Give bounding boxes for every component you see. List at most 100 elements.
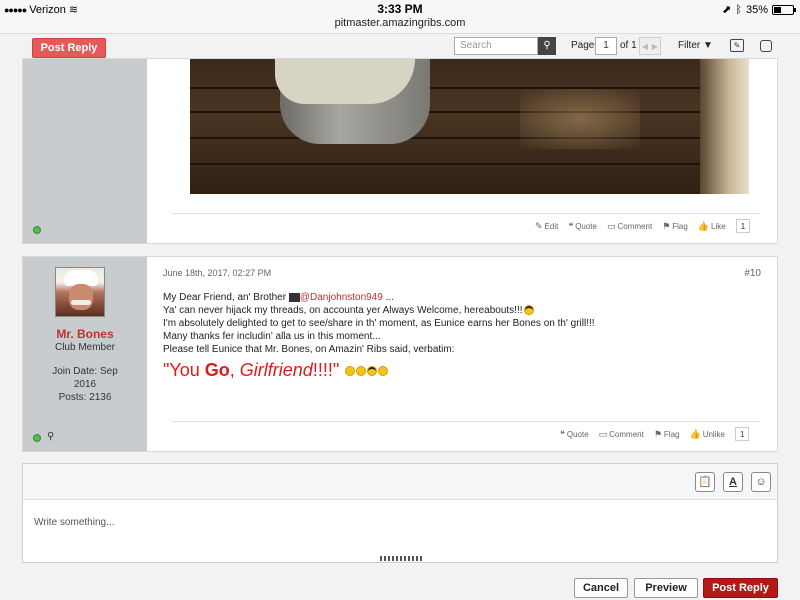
post-date: June 18th, 2017, 02:27 PM	[163, 268, 272, 278]
user-title: Club Member	[54, 342, 116, 353]
quote-text: !!!!"	[312, 360, 340, 380]
address-bar[interactable]: pitmaster.amazingribs.com	[0, 17, 800, 29]
quote-text: "You	[163, 360, 205, 380]
status-bar: ●●●●● Verizon ≋ 3:33 PM pitmaster.amazin…	[0, 0, 800, 34]
select-checkbox-icon[interactable]	[760, 40, 772, 52]
image-detail	[190, 163, 749, 165]
post-line: Ya' can never hijack my threads, on acco…	[163, 304, 763, 317]
resize-handle[interactable]	[380, 556, 422, 561]
image-detail	[700, 59, 749, 194]
like-label: Like	[711, 221, 726, 231]
image-detail	[520, 89, 640, 149]
quote-text-bold: Go	[204, 360, 230, 380]
search-icon: ⚲	[543, 40, 551, 51]
post-line: I'm absolutely delighted to get to see/s…	[163, 318, 595, 329]
smile-emoji-icon	[378, 366, 389, 377]
comment-button[interactable]: ▭ Comment	[607, 221, 652, 232]
reply-textarea[interactable]: Write something...	[23, 501, 777, 555]
quote-icon: ❝	[568, 220, 574, 231]
thumbs-up-icon: 👍	[689, 428, 701, 439]
post-text: Ya' can never hijack my threads, on acco…	[163, 305, 523, 316]
smile-emoji-icon	[356, 366, 367, 377]
comment-label: Comment	[617, 221, 653, 231]
battery-icon	[772, 4, 796, 15]
clipboard-icon[interactable]: 📋	[695, 472, 715, 492]
edit-label: Edit	[544, 221, 559, 231]
comment-label: Comment	[609, 429, 644, 439]
quote-text: ,	[229, 360, 240, 380]
post-reply-button-top[interactable]: Post Reply	[32, 38, 106, 58]
lock-rotation-icon: ⬈	[722, 4, 732, 16]
edit-button[interactable]: ✎ Edit	[535, 221, 558, 232]
comment-icon: ▭	[598, 428, 608, 439]
quote-button[interactable]: ❝ Quote	[560, 429, 589, 440]
post-big-quote: "You Go, Girlfriend!!!!"	[163, 358, 763, 382]
filter-dropdown[interactable]: Filter ▼	[678, 40, 713, 51]
page-total: of 1	[620, 40, 637, 51]
page-nav[interactable]: ◀ ▶	[639, 37, 661, 55]
cool-emoji-icon	[523, 305, 534, 316]
like-button[interactable]: 👍 Like	[698, 221, 726, 232]
avatar-detail	[69, 284, 93, 310]
image-detail	[190, 87, 749, 89]
filter-label: Filter	[678, 40, 701, 51]
bluetooth-icon: ᛒ	[735, 3, 742, 16]
page-number-input[interactable]: 1	[595, 37, 617, 55]
editor-toolbar: 📋 A ☺	[23, 464, 777, 500]
reply-editor: 📋 A ☺ Write something...	[22, 463, 778, 563]
page-label: Page	[571, 40, 595, 51]
search-button[interactable]: ⚲	[538, 37, 556, 55]
edit-mode-icon[interactable]: ✎	[730, 39, 744, 52]
post-line: Many thanks fer includin' alla us in thi…	[163, 331, 381, 342]
quote-icon: ❝	[560, 428, 565, 439]
post-line: Please tell Eunice that Mr. Bones, on Am…	[163, 344, 455, 355]
battery-percent: 35%	[745, 3, 768, 16]
quote-label: Quote	[566, 429, 589, 439]
unlike-button[interactable]: 👍 Unlike	[689, 429, 724, 440]
post-actions: ✎ Edit ❝ Quote ▭ Comment ⚑ Flag 👍 Like 1	[535, 219, 751, 233]
flag-button[interactable]: ⚑ Flag	[654, 429, 680, 440]
text-format-icon[interactable]: A	[723, 472, 743, 492]
user-info: Join Date: Sep 2016 Posts: 2136	[23, 365, 147, 404]
emoji-icon[interactable]: ☺	[751, 472, 771, 492]
comment-icon: ▭	[606, 220, 616, 231]
like-count: 1	[735, 219, 751, 233]
quote-button[interactable]: ❝ Quote	[568, 221, 597, 232]
cool-emoji-icon	[367, 366, 378, 377]
post-previous: ✎ Edit ❝ Quote ▭ Comment ⚑ Flag 👍 Like 1	[22, 58, 778, 244]
mention-avatar	[288, 292, 300, 302]
search-input[interactable]: Search	[454, 37, 538, 55]
flag-label: Flag	[672, 221, 688, 231]
comment-button[interactable]: ▭ Comment	[599, 429, 644, 440]
post-reply-button[interactable]: Post Reply	[703, 578, 778, 598]
flag-label: Flag	[663, 429, 680, 439]
user-sidebar: Mr. Bones Club Member Join Date: Sep 201…	[23, 257, 147, 451]
username-link[interactable]: Mr. Bones	[23, 327, 147, 341]
post-line: My Dear Friend, an' Brother @Danjohnston…	[163, 291, 763, 304]
post-number-link[interactable]: #10	[744, 268, 761, 279]
next-page-icon[interactable]: ▶	[652, 42, 658, 51]
avatar[interactable]	[55, 267, 105, 317]
user-mention-link[interactable]: @Danjohnston949	[300, 292, 383, 303]
reply-placeholder: Write something...	[34, 517, 115, 528]
avatar-detail	[71, 300, 91, 305]
post-image[interactable]	[190, 59, 749, 194]
smile-emoji-icon	[345, 366, 356, 377]
quote-text-italic: Girlfriend	[239, 360, 313, 380]
prev-page-icon[interactable]: ◀	[642, 42, 648, 51]
wrench-icon: ⚲	[47, 431, 55, 442]
pencil-icon: ✎	[535, 220, 543, 231]
cancel-button[interactable]: Cancel	[574, 578, 628, 598]
user-sidebar	[23, 59, 147, 243]
thread-toolbar: Post Reply Search ⚲ Page 1 of 1 ◀ ▶ Filt…	[22, 34, 778, 58]
status-right: ⬈ ᛒ 35%	[722, 3, 796, 16]
like-count: 1	[734, 427, 750, 441]
preview-button[interactable]: Preview	[634, 578, 698, 598]
flag-button[interactable]: ⚑ Flag	[662, 221, 688, 232]
post-actions: ❝ Quote ▭ Comment ⚑ Flag 👍 Unlike 1	[560, 427, 750, 441]
join-date: Join Date: Sep 2016	[52, 366, 118, 390]
divider	[173, 421, 759, 422]
online-status-icon	[33, 434, 41, 442]
image-detail	[190, 137, 749, 139]
online-status-icon	[33, 226, 41, 234]
